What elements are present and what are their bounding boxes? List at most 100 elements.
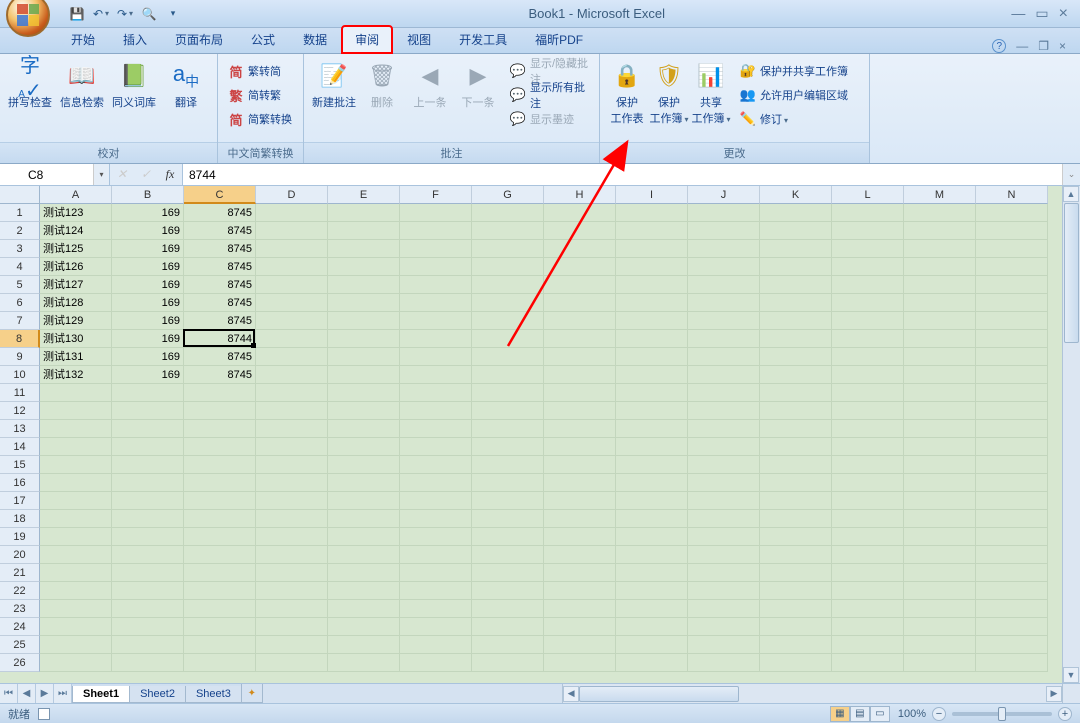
cell-I19[interactable] xyxy=(616,528,688,546)
cell-A5[interactable]: 测试127 xyxy=(40,276,112,294)
cell-L18[interactable] xyxy=(832,510,904,528)
cell-N2[interactable] xyxy=(976,222,1048,240)
cell-N13[interactable] xyxy=(976,420,1048,438)
scroll-up-icon[interactable]: ▲ xyxy=(1063,186,1079,202)
qat-customize-icon[interactable]: ▾ xyxy=(164,5,182,23)
cell-A8[interactable]: 测试130 xyxy=(40,330,112,348)
ribbon-btn-信息检索[interactable]: 📖信息检索 xyxy=(58,56,106,110)
cell-E23[interactable] xyxy=(328,600,400,618)
cell-D21[interactable] xyxy=(256,564,328,582)
cell-E5[interactable] xyxy=(328,276,400,294)
cell-D4[interactable] xyxy=(256,258,328,276)
tab-视图[interactable]: 视图 xyxy=(394,26,444,53)
column-header-K[interactable]: K xyxy=(760,186,832,204)
help-icon[interactable]: ? xyxy=(992,39,1006,53)
cell-A4[interactable]: 测试126 xyxy=(40,258,112,276)
column-header-B[interactable]: B xyxy=(112,186,184,204)
row-header-20[interactable]: 20 xyxy=(0,546,40,564)
cell-J19[interactable] xyxy=(688,528,760,546)
cell-G2[interactable] xyxy=(472,222,544,240)
column-header-N[interactable]: N xyxy=(976,186,1048,204)
cell-I7[interactable] xyxy=(616,312,688,330)
cell-D8[interactable] xyxy=(256,330,328,348)
cell-L7[interactable] xyxy=(832,312,904,330)
cell-C20[interactable] xyxy=(184,546,256,564)
cell-L1[interactable] xyxy=(832,204,904,222)
cell-G6[interactable] xyxy=(472,294,544,312)
cell-K26[interactable] xyxy=(760,654,832,672)
cell-F6[interactable] xyxy=(400,294,472,312)
cell-F7[interactable] xyxy=(400,312,472,330)
cell-J10[interactable] xyxy=(688,366,760,384)
maximize-button[interactable]: ▭ xyxy=(1035,5,1048,23)
scroll-right-icon[interactable]: ▶ xyxy=(1046,686,1062,702)
cell-M16[interactable] xyxy=(904,474,976,492)
cell-K2[interactable] xyxy=(760,222,832,240)
cell-I2[interactable] xyxy=(616,222,688,240)
row-header-6[interactable]: 6 xyxy=(0,294,40,312)
sheet-nav-next[interactable]: ▶ xyxy=(36,684,54,703)
cell-G5[interactable] xyxy=(472,276,544,294)
ribbon-btn-简转繁[interactable]: 繁简转繁 xyxy=(224,84,296,106)
cell-M5[interactable] xyxy=(904,276,976,294)
cell-K6[interactable] xyxy=(760,294,832,312)
cell-B5[interactable]: 169 xyxy=(112,276,184,294)
column-header-H[interactable]: H xyxy=(544,186,616,204)
cell-M1[interactable] xyxy=(904,204,976,222)
cell-N11[interactable] xyxy=(976,384,1048,402)
cell-E8[interactable] xyxy=(328,330,400,348)
ribbon-btn-允许用户编辑区域[interactable]: 👥允许用户编辑区域 xyxy=(736,84,852,106)
cell-J6[interactable] xyxy=(688,294,760,312)
cell-K9[interactable] xyxy=(760,348,832,366)
cell-L24[interactable] xyxy=(832,618,904,636)
column-header-A[interactable]: A xyxy=(40,186,112,204)
cell-H2[interactable] xyxy=(544,222,616,240)
cell-N10[interactable] xyxy=(976,366,1048,384)
column-header-D[interactable]: D xyxy=(256,186,328,204)
cell-L19[interactable] xyxy=(832,528,904,546)
cell-G11[interactable] xyxy=(472,384,544,402)
cell-J4[interactable] xyxy=(688,258,760,276)
cell-H18[interactable] xyxy=(544,510,616,528)
cell-D9[interactable] xyxy=(256,348,328,366)
column-header-E[interactable]: E xyxy=(328,186,400,204)
cell-D15[interactable] xyxy=(256,456,328,474)
cell-M23[interactable] xyxy=(904,600,976,618)
column-header-I[interactable]: I xyxy=(616,186,688,204)
cell-A1[interactable]: 测试123 xyxy=(40,204,112,222)
tab-开始[interactable]: 开始 xyxy=(58,26,108,53)
page-break-view-button[interactable]: ▭ xyxy=(870,706,890,722)
cell-G13[interactable] xyxy=(472,420,544,438)
row-header-17[interactable]: 17 xyxy=(0,492,40,510)
row-header-24[interactable]: 24 xyxy=(0,618,40,636)
cell-I11[interactable] xyxy=(616,384,688,402)
cell-N16[interactable] xyxy=(976,474,1048,492)
cell-I26[interactable] xyxy=(616,654,688,672)
cell-K14[interactable] xyxy=(760,438,832,456)
cell-M4[interactable] xyxy=(904,258,976,276)
cell-H9[interactable] xyxy=(544,348,616,366)
ribbon-btn-保护工作表[interactable]: 🔒保护 工作表 xyxy=(606,56,648,126)
scroll-down-icon[interactable]: ▼ xyxy=(1063,667,1079,683)
row-header-19[interactable]: 19 xyxy=(0,528,40,546)
cell-H5[interactable] xyxy=(544,276,616,294)
row-header-1[interactable]: 1 xyxy=(0,204,40,222)
scroll-thumb[interactable] xyxy=(579,686,739,702)
cell-C17[interactable] xyxy=(184,492,256,510)
cell-N5[interactable] xyxy=(976,276,1048,294)
cell-E10[interactable] xyxy=(328,366,400,384)
cell-B3[interactable]: 169 xyxy=(112,240,184,258)
cell-K8[interactable] xyxy=(760,330,832,348)
cell-C8[interactable]: 8744 xyxy=(184,330,256,348)
cell-E17[interactable] xyxy=(328,492,400,510)
cell-M13[interactable] xyxy=(904,420,976,438)
cell-N19[interactable] xyxy=(976,528,1048,546)
row-header-15[interactable]: 15 xyxy=(0,456,40,474)
cell-K19[interactable] xyxy=(760,528,832,546)
cell-E25[interactable] xyxy=(328,636,400,654)
insert-sheet-button[interactable]: ✦ xyxy=(241,684,263,703)
cell-E24[interactable] xyxy=(328,618,400,636)
cell-L5[interactable] xyxy=(832,276,904,294)
cell-L6[interactable] xyxy=(832,294,904,312)
row-header-10[interactable]: 10 xyxy=(0,366,40,384)
